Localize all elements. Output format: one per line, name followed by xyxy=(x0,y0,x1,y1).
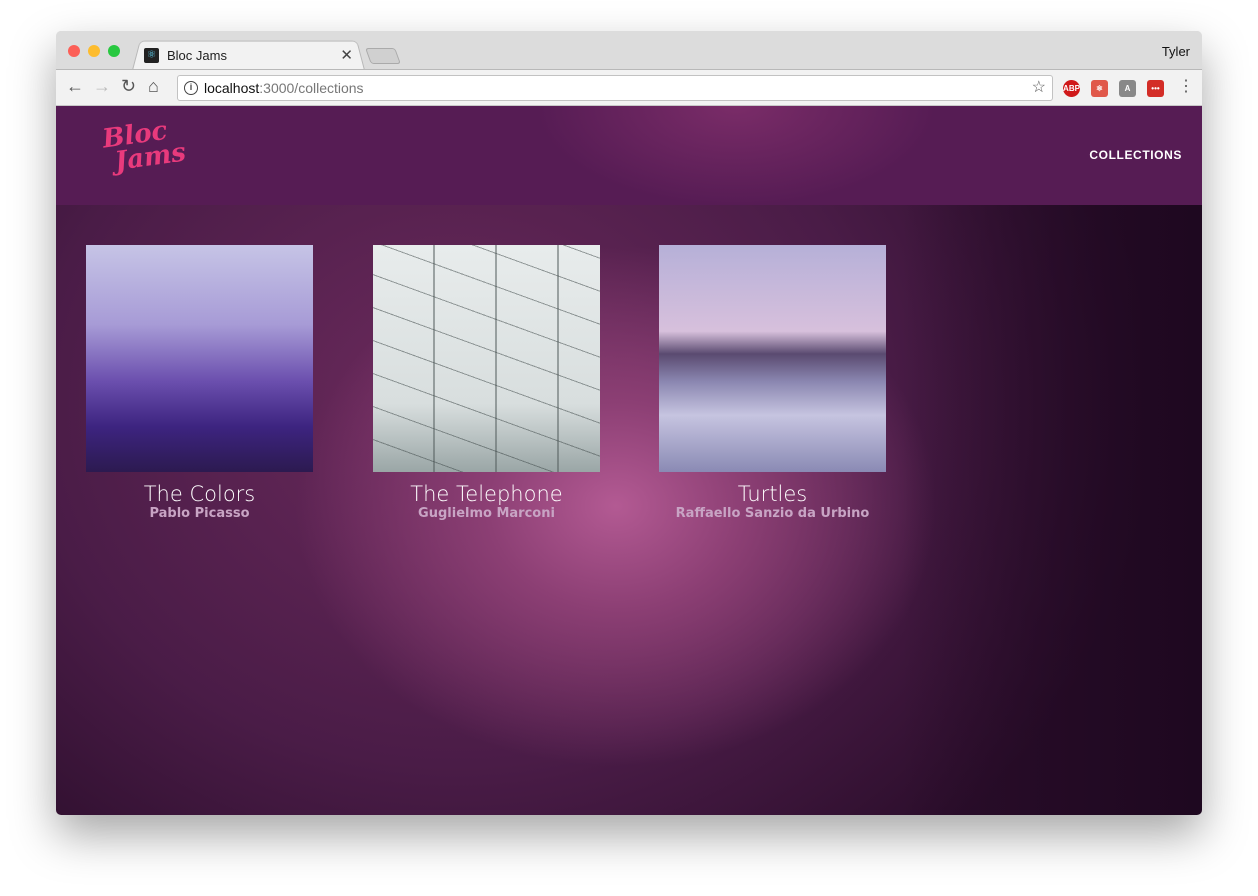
url-host: localhost xyxy=(204,80,260,96)
bloc-jams-logo[interactable]: Bloc Jams xyxy=(101,116,188,177)
adblock-icon[interactable]: ABP xyxy=(1063,80,1080,97)
react-favicon-icon: ⚛ xyxy=(144,47,159,63)
minimize-window-button[interactable] xyxy=(88,45,100,57)
album-cover-image[interactable] xyxy=(373,245,600,472)
lastpass-icon[interactable]: ••• xyxy=(1147,80,1164,97)
menu-icon[interactable]: ⋮ xyxy=(1178,76,1194,96)
back-icon[interactable]: ← xyxy=(66,76,84,97)
album-artist: Pablo Picasso xyxy=(149,506,250,521)
close-tab-icon[interactable]: ✕ xyxy=(340,46,353,64)
album-card[interactable]: The Telephone Guglielmo Marconi xyxy=(373,245,600,521)
album-card[interactable]: Turtles Raffaello Sanzio da Urbino xyxy=(659,245,886,521)
home-icon[interactable]: ⌂ xyxy=(148,76,159,97)
album-artist: Raffaello Sanzio da Urbino xyxy=(675,506,870,521)
album-title[interactable]: The Colors xyxy=(86,482,313,506)
react-devtools-icon[interactable]: ⚛ xyxy=(1091,80,1108,97)
album-title[interactable]: Turtles xyxy=(659,482,886,506)
tab-title: Bloc Jams xyxy=(167,47,227,63)
info-icon[interactable]: i xyxy=(184,81,198,95)
close-window-button[interactable] xyxy=(68,45,80,57)
album-cover-image[interactable] xyxy=(659,245,886,472)
reload-icon[interactable]: ↻ xyxy=(121,76,136,97)
address-bar[interactable]: i localhost:3000/collections ☆ xyxy=(177,75,1053,101)
album-artist: Guglielmo Marconi xyxy=(418,506,555,521)
bookmark-star-icon[interactable]: ☆ xyxy=(1032,76,1046,100)
maximize-window-button[interactable] xyxy=(108,45,120,57)
toolbar: ← → ↻ ⌂ i localhost:3000/collections ☆ A… xyxy=(56,69,1202,106)
album-cover-image[interactable] xyxy=(86,245,313,472)
url-path: :3000/collections xyxy=(259,80,364,96)
angular-icon[interactable]: A xyxy=(1119,80,1136,97)
page: Bloc Jams COLLECTIONS The Colors Pablo P… xyxy=(56,106,1202,815)
profile-name[interactable]: Tyler xyxy=(1162,44,1190,59)
nav-collections-link[interactable]: COLLECTIONS xyxy=(1089,148,1182,162)
album-card[interactable]: The Colors Pablo Picasso xyxy=(86,245,313,521)
tab-bloc-jams[interactable]: ⚛ Bloc Jams ✕ xyxy=(144,41,359,69)
site-header: Bloc Jams COLLECTIONS xyxy=(56,106,1202,205)
tab-bar: ⚛ Bloc Jams ✕ Tyler xyxy=(56,31,1202,71)
browser-window: ⚛ Bloc Jams ✕ Tyler ← → ↻ ⌂ i localhost:… xyxy=(56,31,1202,815)
new-tab-button[interactable] xyxy=(365,48,401,64)
album-title[interactable]: The Telephone xyxy=(373,482,600,506)
forward-icon[interactable]: → xyxy=(93,76,111,97)
